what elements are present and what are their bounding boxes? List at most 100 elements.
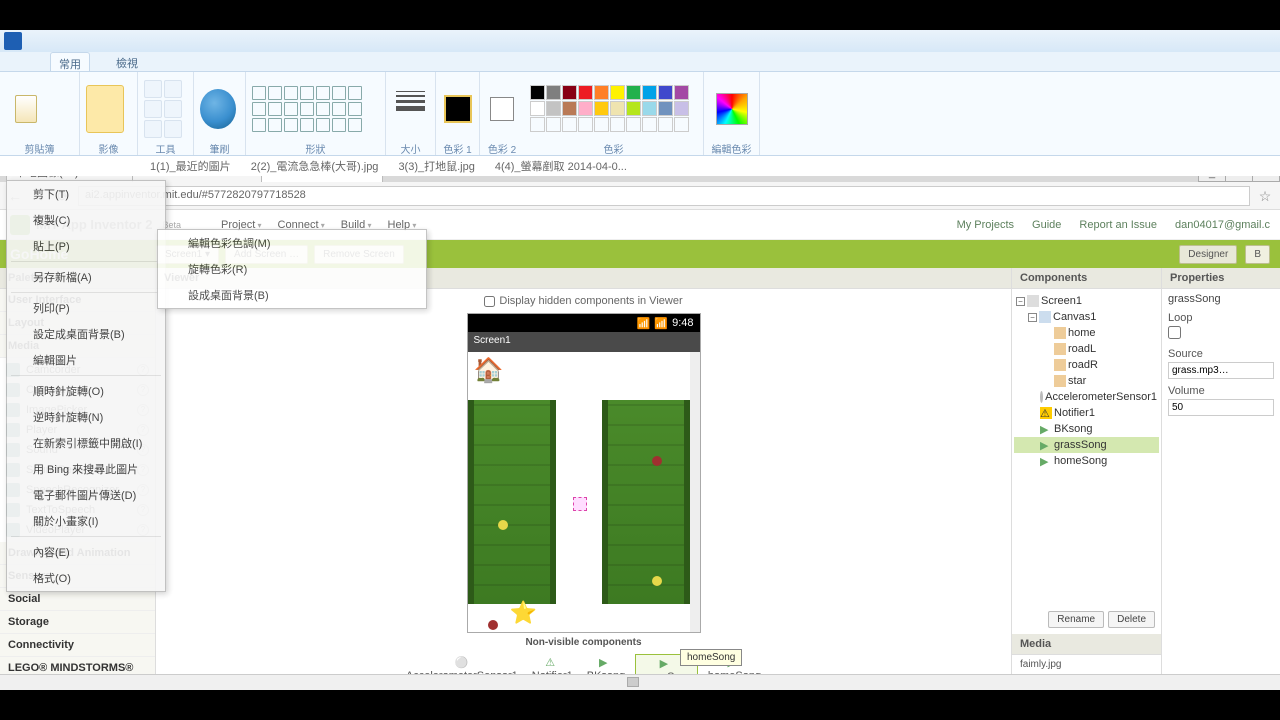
tree-homesong[interactable]: homeSong	[1054, 455, 1107, 467]
color-swatch[interactable]	[626, 101, 641, 116]
select-button[interactable]	[86, 85, 124, 133]
shape-cell[interactable]	[332, 118, 346, 132]
tree-roadl[interactable]: roadL	[1068, 343, 1096, 355]
recent-3[interactable]: 3(3)_打地鼠.jpg	[398, 158, 474, 174]
paste-button[interactable]	[6, 83, 46, 135]
color-swatch[interactable]	[642, 101, 657, 116]
context-menu-item[interactable]: 剪下(T)	[7, 181, 165, 207]
tab-view[interactable]: 檢視	[108, 52, 146, 71]
shape-cell[interactable]	[348, 118, 362, 132]
color-swatch[interactable]	[578, 101, 593, 116]
color-swatch[interactable]	[594, 101, 609, 116]
canvas-selection[interactable]	[573, 497, 587, 511]
context-submenu-item[interactable]: 旋轉色彩(R)	[158, 256, 426, 282]
tree-grasssong[interactable]: grassSong	[1054, 439, 1107, 451]
stroke-size-button[interactable]	[392, 87, 429, 131]
context-menu-item[interactable]: 貼上(P)	[7, 233, 165, 259]
tools-grid[interactable]	[144, 80, 182, 138]
expand-icon[interactable]: −	[1028, 313, 1037, 322]
phone-canvas[interactable]: 🏠 ⭐	[468, 352, 700, 632]
link-account[interactable]: dan04017@gmail.c	[1175, 219, 1270, 231]
color2-swatch[interactable]	[490, 97, 514, 121]
recent-1[interactable]: 1(1)_最近的圖片	[150, 158, 231, 174]
shape-cell[interactable]	[300, 86, 314, 100]
color-swatch[interactable]	[546, 85, 561, 100]
context-menu-item[interactable]: 關於小畫家(I)	[7, 508, 165, 534]
context-menu-item[interactable]: 電子郵件圖片傳送(D)	[7, 482, 165, 508]
nonvisible-item[interactable]: ⚠Notifier1	[528, 654, 577, 674]
shape-cell[interactable]	[300, 102, 314, 116]
tree-screen1[interactable]: Screen1	[1041, 295, 1082, 307]
shape-cell[interactable]	[268, 118, 282, 132]
context-menu-item[interactable]: 設定成桌面背景(B)	[7, 321, 165, 347]
color-swatch-empty[interactable]	[642, 117, 657, 132]
shape-cell[interactable]	[268, 86, 282, 100]
show-hidden-checkbox[interactable]	[484, 296, 495, 307]
roadl-sprite[interactable]	[468, 400, 556, 604]
color-swatch[interactable]	[594, 85, 609, 100]
prop-volume-input[interactable]	[1168, 399, 1274, 416]
color-swatch[interactable]	[658, 101, 673, 116]
color1-swatch[interactable]	[444, 95, 472, 123]
shape-cell[interactable]	[284, 118, 298, 132]
tree-home[interactable]: home	[1068, 327, 1096, 339]
prop-source-input[interactable]	[1168, 362, 1274, 379]
context-menu-item[interactable]: 用 Bing 來搜尋此圖片	[7, 456, 165, 482]
context-menu-item[interactable]: 另存新檔(A)	[7, 264, 165, 290]
color-swatch-empty[interactable]	[594, 117, 609, 132]
context-submenu-item[interactable]: 設成桌面背景(B)	[158, 282, 426, 308]
shapes-gallery[interactable]	[252, 86, 362, 132]
color-swatch[interactable]	[530, 101, 545, 116]
link-guide[interactable]: Guide	[1032, 219, 1061, 231]
shape-cell[interactable]	[348, 102, 362, 116]
shape-cell[interactable]	[332, 102, 346, 116]
tree-notifier[interactable]: Notifier1	[1054, 407, 1095, 419]
delete-button[interactable]: Delete	[1108, 611, 1155, 628]
tab-home[interactable]: 常用	[50, 52, 90, 71]
context-menu-item[interactable]: 逆時針旋轉(N)	[7, 404, 165, 430]
color-swatch-empty[interactable]	[578, 117, 593, 132]
prop-loop-checkbox[interactable]	[1168, 326, 1181, 339]
color-swatch-empty[interactable]	[562, 117, 577, 132]
color-swatch[interactable]	[610, 101, 625, 116]
shape-cell[interactable]	[316, 118, 330, 132]
context-submenu[interactable]: 編輯色彩色調(M)旋轉色彩(R)設成桌面背景(B)	[157, 229, 427, 309]
color-swatch[interactable]	[562, 101, 577, 116]
context-menu-item[interactable]: 在新索引標籤中開啟(I)	[7, 430, 165, 456]
home-sprite[interactable]: 🏠	[474, 356, 504, 385]
color-swatch[interactable]	[642, 85, 657, 100]
nonvisible-item[interactable]: ⚪AccelerometerSensor1	[402, 654, 522, 674]
context-menu[interactable]: 剪下(T)複製(C)貼上(P)另存新檔(A)列印(P)設定成桌面背景(B)編輯圖…	[6, 180, 166, 592]
color-swatch-empty[interactable]	[626, 117, 641, 132]
color-swatch[interactable]	[674, 101, 689, 116]
context-menu-item[interactable]: 列印(P)	[7, 295, 165, 321]
shape-cell[interactable]	[300, 118, 314, 132]
shape-cell[interactable]	[332, 86, 346, 100]
expand-icon[interactable]: −	[1016, 297, 1025, 306]
designer-button[interactable]: Designer	[1179, 245, 1237, 264]
recent-4[interactable]: 4(4)_螢幕剷取 2014-04-0...	[495, 158, 627, 174]
link-report[interactable]: Report an Issue	[1079, 219, 1157, 231]
context-menu-item[interactable]: 順時針旋轉(O)	[7, 378, 165, 404]
color-swatch-empty[interactable]	[610, 117, 625, 132]
color-swatch-empty[interactable]	[530, 117, 545, 132]
roadr-sprite[interactable]	[602, 400, 690, 604]
rename-button[interactable]: Rename	[1048, 611, 1104, 628]
tree-bksong[interactable]: BKsong	[1054, 423, 1093, 435]
color-swatch[interactable]	[578, 85, 593, 100]
color-swatch[interactable]	[530, 85, 545, 100]
components-tree[interactable]: −Screen1 −Canvas1 home roadL roadR star …	[1012, 289, 1161, 605]
bookmark-icon[interactable]: ☆	[1256, 187, 1274, 205]
color-swatch-empty[interactable]	[658, 117, 673, 132]
shape-cell[interactable]	[252, 102, 266, 116]
brush-button[interactable]	[200, 89, 236, 129]
cat-connectivity[interactable]: Connectivity	[0, 634, 155, 657]
color-swatch[interactable]	[610, 85, 625, 100]
address-bar[interactable]: ai2.appinventor.mit.edu/#577282079771852…	[78, 186, 1250, 206]
recent-2[interactable]: 2(2)_電流急急棒(大哥).jpg	[251, 158, 379, 174]
color-swatch[interactable]	[658, 85, 673, 100]
horizontal-scrollbar[interactable]	[0, 674, 1280, 690]
color-swatch[interactable]	[674, 85, 689, 100]
context-menu-item[interactable]: 複製(C)	[7, 207, 165, 233]
cat-storage[interactable]: Storage	[0, 611, 155, 634]
